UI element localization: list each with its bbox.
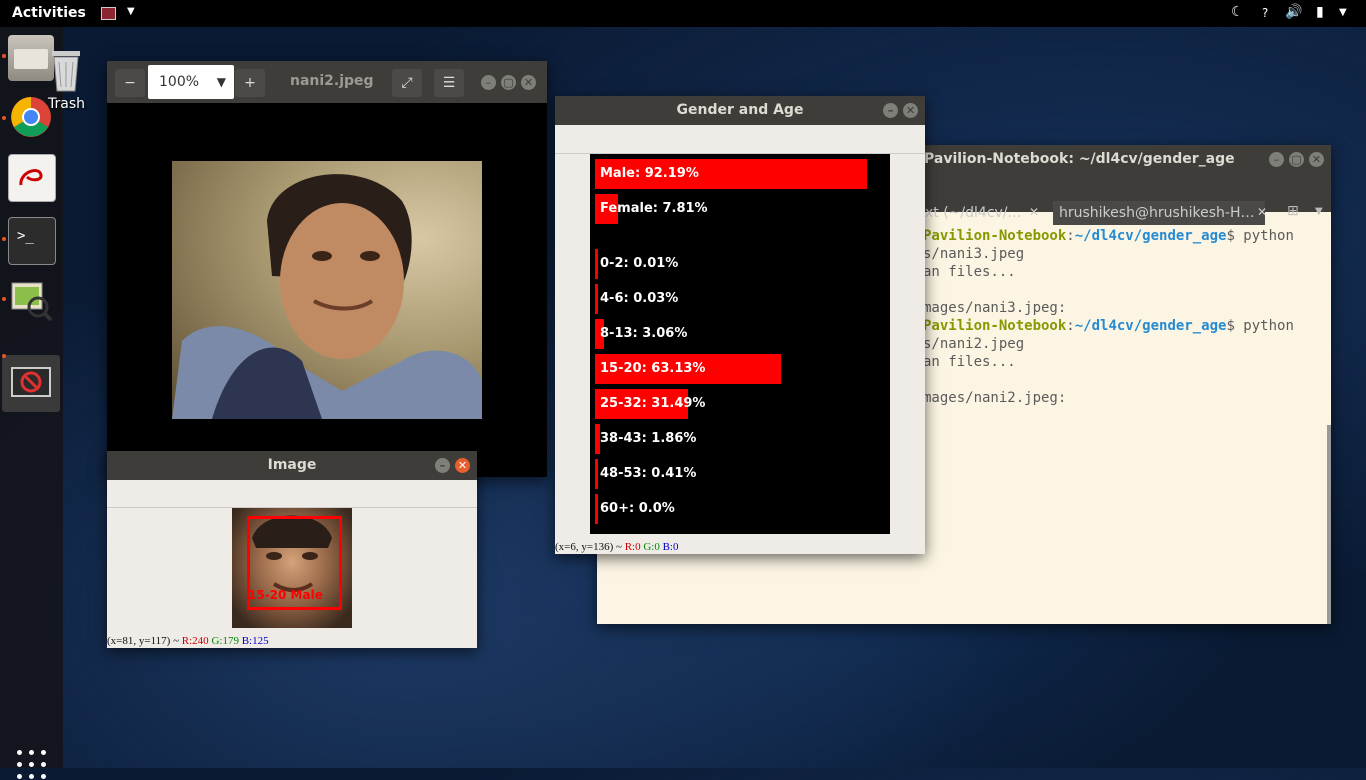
prediction-label: Male: 92.19% [600, 166, 699, 181]
prediction-bar [595, 459, 598, 489]
terminal-line: s/nani2.jpeg [923, 336, 1025, 352]
window-toolbar [107, 480, 477, 508]
minimize-button[interactable]: – [435, 458, 450, 473]
terminal-line: mages/nani3.jpeg: [923, 300, 1067, 316]
running-indicator [2, 354, 6, 358]
prediction-bar [595, 284, 598, 314]
chevron-down-icon: ▼ [216, 75, 226, 89]
chevron-down-icon[interactable]: ▼ [127, 6, 135, 17]
fullscreen-icon[interactable]: ⤢ [392, 69, 422, 97]
minimize-button[interactable]: – [883, 103, 898, 118]
face-crop-image: 15-20 Male [232, 508, 352, 628]
window-toolbar [555, 125, 925, 154]
activities-button[interactable]: Activities [12, 5, 86, 21]
terminal-line: mages/nani2.jpeg: [923, 390, 1067, 406]
gender-age-window: Gender and Age – ✕ Male: 92.19% Female: 7… [555, 96, 925, 554]
running-indicator [2, 116, 6, 120]
status-r: R:240 [181, 635, 209, 647]
prediction-bar [595, 494, 598, 524]
dock: >_ [0, 27, 63, 779]
zoom-out-button[interactable]: − [115, 69, 145, 97]
window-title: Image [267, 457, 317, 473]
image-window-titlebar: Image – ✕ [107, 451, 477, 480]
zoom-value: 100% [159, 74, 200, 90]
prediction-label: 8-13: 3.06% [600, 326, 688, 341]
prediction-label: 60+: 0.0% [600, 501, 675, 516]
running-indicator [2, 237, 6, 241]
terminal-line: an files... [923, 264, 1016, 280]
menu-arrow-icon[interactable]: ▼ [1339, 7, 1347, 18]
document-viewer-icon[interactable] [8, 154, 56, 202]
status-bar: (x=81, y=117) ~ R:240 G:179 B:125 [107, 635, 269, 647]
terminal-line: s/nani3.jpeg [923, 246, 1025, 262]
terminal-line: Pavilion-Notebook:~/dl4cv/gender_age$ py… [923, 318, 1294, 334]
window-title: Gender and Age [676, 102, 804, 118]
window-title: nani2.jpeg [290, 73, 374, 89]
maximize-button[interactable]: ▢ [1289, 152, 1304, 167]
terminal-icon[interactable]: >_ [8, 217, 56, 265]
help-icon[interactable]: ? [1262, 6, 1268, 20]
prediction-label: Female: 7.81% [600, 201, 708, 216]
top-bar: Activities ▼ ☾ ? 🔊 ▮ ▼ [0, 0, 1366, 27]
volume-icon[interactable]: 🔊 [1285, 4, 1302, 20]
terminal-scrollbar[interactable] [1327, 425, 1331, 624]
status-g: G:0 [643, 541, 660, 553]
status-b: B:0 [662, 541, 679, 553]
close-button[interactable]: ✕ [903, 103, 918, 118]
status-b: B:125 [241, 635, 269, 647]
portrait-photo [172, 161, 482, 419]
trash-label: Trash [48, 96, 85, 112]
menu-icon[interactable]: ☰ [434, 69, 464, 97]
window-title: Pavilion-Notebook: ~/dl4cv/gender_age [924, 151, 1235, 167]
prediction-bar [595, 249, 598, 279]
prediction-label: 48-53: 0.41% [600, 466, 697, 481]
close-button[interactable]: ✕ [521, 75, 536, 90]
status-coords: (x=6, y=136) ~ [555, 541, 622, 553]
status-r: R:0 [624, 541, 641, 553]
status-g: G:179 [211, 635, 239, 647]
battery-icon[interactable]: ▮ [1316, 4, 1324, 20]
night-light-icon[interactable]: ☾ [1231, 4, 1244, 20]
maximize-button[interactable]: ▢ [501, 75, 516, 90]
terminal-line: Pavilion-Notebook:~/dl4cv/gender_age$ py… [923, 228, 1294, 244]
running-indicator [2, 297, 6, 301]
trash-icon[interactable] [48, 47, 84, 97]
zoom-selector[interactable]: 100% ▼ [148, 65, 234, 99]
face-label: 15-20 Male [248, 588, 323, 602]
prediction-label: 0-2: 0.01% [600, 256, 679, 271]
close-button[interactable]: ✕ [1309, 152, 1324, 167]
zoom-in-button[interactable]: + [235, 69, 265, 97]
opencv-window-icon[interactable] [8, 360, 54, 406]
image-window: Image – ✕ 15-20 Male (x=81, y=117) ~ R:2… [107, 451, 477, 648]
show-applications-icon[interactable] [17, 750, 47, 780]
gender-age-titlebar: Gender and Age – ✕ [555, 96, 925, 125]
prediction-label: 4-6: 0.03% [600, 291, 679, 306]
keyboard-flag-icon[interactable] [101, 7, 116, 20]
running-indicator [2, 54, 6, 58]
prediction-label: 15-20: 63.13% [600, 361, 706, 376]
prediction-chart: Male: 92.19% Female: 7.81% 0-2: 0.01% 4-6: … [590, 154, 890, 534]
image-viewer-window: − 100% ▼ + nani2.jpeg ⤢ ☰ – ▢ ✕ [107, 61, 547, 477]
status-coords: (x=81, y=117) ~ [107, 635, 180, 647]
viewer-header-bar: − 100% ▼ + nani2.jpeg ⤢ ☰ – ▢ ✕ [107, 61, 547, 103]
prediction-label: 38-43: 1.86% [600, 431, 697, 446]
minimize-button[interactable]: – [481, 75, 496, 90]
status-bar: (x=6, y=136) ~ R:0 G:0 B:0 [555, 541, 679, 553]
prompt-glyph: >_ [17, 228, 34, 244]
prediction-label: 25-32: 31.49% [600, 396, 706, 411]
image-viewer-icon[interactable] [8, 277, 54, 323]
terminal-line: an files... [923, 354, 1016, 370]
minimize-button[interactable]: – [1269, 152, 1284, 167]
close-button[interactable]: ✕ [455, 458, 470, 473]
